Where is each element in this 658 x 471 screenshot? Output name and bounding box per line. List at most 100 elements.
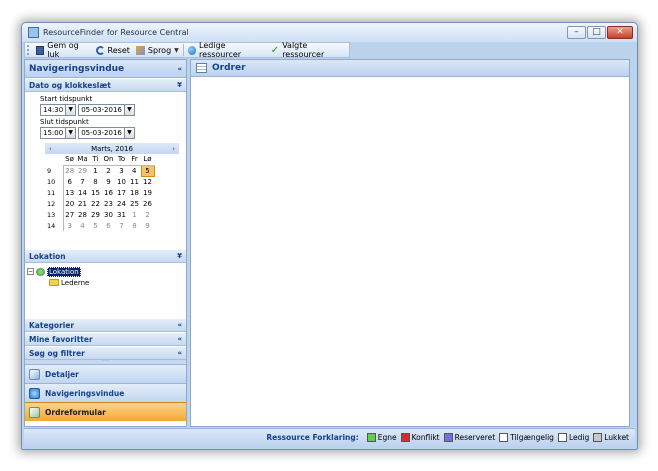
calendar-day[interactable]: 17 xyxy=(115,187,128,198)
calendar-day[interactable]: 16 xyxy=(102,187,115,198)
start-date-select[interactable]: 05-03-2016 ▼ xyxy=(78,104,135,116)
calendar-day-selected[interactable]: 5 xyxy=(140,164,155,177)
legend-swatch xyxy=(593,433,603,442)
calendar-day[interactable]: 8 xyxy=(128,220,141,231)
calendar-day[interactable]: 27 xyxy=(63,209,76,220)
collapse-left-icon[interactable]: « xyxy=(177,65,182,73)
calendar-day[interactable]: 6 xyxy=(102,220,115,231)
details-button[interactable]: Detaljer xyxy=(25,364,186,383)
calendar-day[interactable]: 2 xyxy=(141,209,154,220)
location-section-title: Lokation xyxy=(29,251,66,261)
calendar-day[interactable]: 10 xyxy=(115,176,128,187)
calendar-day[interactable]: 7 xyxy=(115,220,128,231)
calendar-day[interactable]: 1 xyxy=(89,165,102,176)
location-tree: − Lokation Lederne xyxy=(25,263,186,318)
calendar-day[interactable]: 29 xyxy=(76,165,89,176)
calendar-day[interactable]: 25 xyxy=(128,198,141,209)
chevron-down-icon: ▼ xyxy=(65,105,76,115)
start-time-value: 14:30 xyxy=(43,106,64,114)
tree-node-child[interactable]: Lederne xyxy=(27,277,186,288)
calendar-day[interactable]: 21 xyxy=(76,198,89,209)
calendar-day[interactable]: 2 xyxy=(102,165,115,176)
collapse-icon[interactable]: − xyxy=(27,268,34,275)
toolbar-grip[interactable] xyxy=(27,45,31,55)
navigation-icon xyxy=(29,387,40,399)
calendar-day[interactable]: 7 xyxy=(76,176,89,187)
legend-item: Egne xyxy=(366,433,397,442)
end-date-select[interactable]: 05-03-2016 ▼ xyxy=(78,127,135,139)
calendar-day[interactable]: 28 xyxy=(76,209,89,220)
maximize-button[interactable]: □ xyxy=(587,26,606,39)
orders-panel-header: Ordrer xyxy=(191,60,629,77)
location-section-header[interactable]: Lokation ¥ xyxy=(25,249,186,263)
end-time-select[interactable]: 15:00 ▼ xyxy=(40,127,77,139)
calendar-day[interactable]: 24 xyxy=(115,198,128,209)
reset-button[interactable]: Reset xyxy=(93,43,133,57)
categories-section-header[interactable]: Kategorier « xyxy=(25,318,186,332)
save-close-button[interactable]: Gem og luk xyxy=(33,41,93,59)
calendar-day[interactable]: 15 xyxy=(89,187,102,198)
legend-label: Konflikt xyxy=(411,433,440,442)
details-label: Detaljer xyxy=(45,369,79,379)
folder-icon xyxy=(49,279,59,286)
language-dropdown[interactable]: Sprog ▼ xyxy=(133,43,182,57)
calendar-day[interactable]: 3 xyxy=(115,165,128,176)
legend-label: Egne xyxy=(377,433,397,442)
navigation-window-button[interactable]: Navigeringsvindue xyxy=(25,383,186,402)
week-number: 11 xyxy=(45,187,64,198)
chevron-up-icon: « xyxy=(177,321,182,329)
calendar-day[interactable]: 12 xyxy=(141,176,154,187)
legend-item: Reserveret xyxy=(443,433,495,442)
calendar-day[interactable]: 29 xyxy=(89,209,102,220)
selected-resources-button[interactable]: ✓ Valgte ressourcer xyxy=(268,41,349,59)
order-form-label: Ordreformular xyxy=(45,407,106,417)
calendar-day[interactable]: 4 xyxy=(128,165,141,176)
calendar-week-row: 13 27 28 29 30 31 1 2 xyxy=(45,209,154,220)
chevron-down-icon: ¥ xyxy=(177,252,182,260)
calendar-day[interactable]: 9 xyxy=(141,220,154,231)
window-controls: – □ ✕ xyxy=(567,26,633,39)
next-month-button[interactable]: › xyxy=(172,145,175,153)
end-time-label: Slut tidspunkt xyxy=(40,118,89,126)
calendar-day[interactable]: 26 xyxy=(141,198,154,209)
calendar-day[interactable]: 20 xyxy=(63,198,76,209)
calendar-day[interactable]: 30 xyxy=(102,209,115,220)
order-form-button[interactable]: Ordreformular xyxy=(25,402,186,421)
weekday-label: Lø xyxy=(141,154,154,166)
tree-node-label: Lederne xyxy=(61,278,90,287)
calendar-day[interactable]: 31 xyxy=(115,209,128,220)
language-label: Sprog xyxy=(147,45,172,55)
chevron-down-icon: ▼ xyxy=(65,128,76,138)
calendar-week-row: 9 28 29 1 2 3 4 5 xyxy=(45,164,155,177)
calendar-day[interactable]: 1 xyxy=(128,209,141,220)
calendar-day[interactable]: 19 xyxy=(141,187,154,198)
calendar-day[interactable]: 11 xyxy=(128,176,141,187)
calendar-day[interactable]: 22 xyxy=(89,198,102,209)
start-time-select[interactable]: 14:30 ▼ xyxy=(40,104,77,116)
calendar-day[interactable]: 18 xyxy=(128,187,141,198)
close-button[interactable]: ✕ xyxy=(607,26,633,39)
save-icon xyxy=(35,45,45,55)
calendar-day[interactable]: 8 xyxy=(89,176,102,187)
calendar-day[interactable]: 28 xyxy=(63,165,76,176)
favorites-section-header[interactable]: Mine favoritter « xyxy=(25,332,186,346)
calendar-day[interactable]: 14 xyxy=(76,187,89,198)
legend-swatch xyxy=(400,433,410,442)
minimize-button[interactable]: – xyxy=(567,26,586,39)
weekday-label: Ma xyxy=(76,154,89,166)
calendar-day[interactable]: 9 xyxy=(102,176,115,187)
chevron-up-icon: « xyxy=(177,335,182,343)
datetime-section-header[interactable]: Dato og klokkeslæt ¥ xyxy=(25,78,186,92)
tree-node-root[interactable]: − Lokation xyxy=(27,266,186,277)
window-title: ResourceFinder for Resource Central xyxy=(43,28,189,37)
previous-month-button[interactable]: ‹ xyxy=(49,145,52,153)
calendar-day[interactable]: 13 xyxy=(63,187,76,198)
calendar-day[interactable]: 23 xyxy=(102,198,115,209)
calendar-day[interactable]: 3 xyxy=(63,220,76,231)
calendar-day[interactable]: 5 xyxy=(89,220,102,231)
available-resources-button[interactable]: Ledige ressourcer xyxy=(185,41,268,59)
calendar-day[interactable]: 6 xyxy=(63,176,76,187)
checkmark-icon: ✓ xyxy=(270,44,280,56)
calendar-day[interactable]: 4 xyxy=(76,220,89,231)
datetime-section: Start tidspunkt 14:30 ▼ 05-03-2016 ▼ Slut … xyxy=(25,92,186,249)
